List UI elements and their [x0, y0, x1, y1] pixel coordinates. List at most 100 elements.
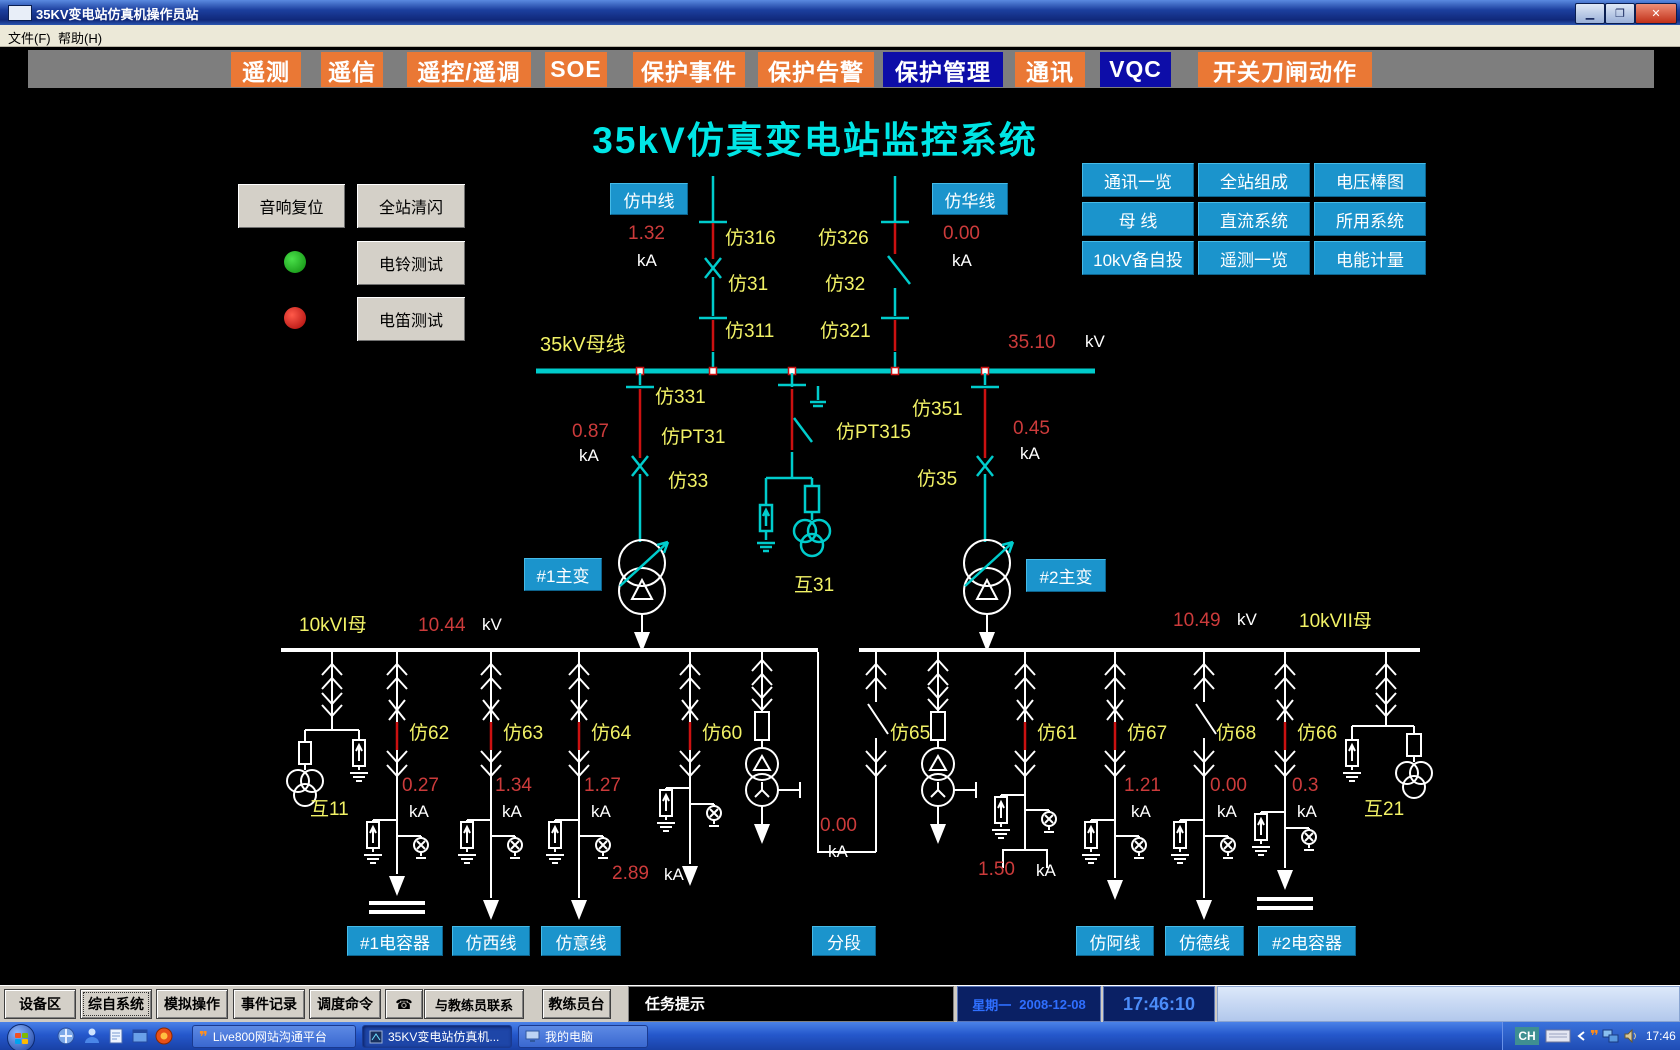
bus35-unit: kV — [1085, 333, 1105, 350]
dispatch-order-button[interactable]: 调度命令 — [309, 989, 381, 1019]
feeder-62-current: 0.27 — [402, 776, 439, 795]
windows-flag-icon — [15, 1033, 28, 1044]
pt-hu21-label: 互21 — [1364, 800, 1404, 819]
switch-32-label[interactable]: 仿32 — [825, 275, 865, 294]
feeder-67-current: 1.21 — [1124, 776, 1161, 795]
feeder-68-unit: kA — [1217, 803, 1237, 820]
task-substation-sim[interactable]: 35KV变电站仿真机... — [362, 1025, 512, 1048]
breaker-316-label[interactable]: 仿316 — [725, 229, 776, 248]
bus10b-unit: kV — [1237, 611, 1257, 628]
switch-311-label[interactable]: 仿311 — [725, 322, 774, 341]
line-hua-unit: kA — [952, 252, 972, 269]
bus10a-label: 10kVI母 — [299, 616, 367, 635]
switch-31-label[interactable]: 仿31 — [728, 275, 768, 294]
feeder-62-label[interactable]: 仿62 — [409, 724, 449, 743]
quicklaunch-browser-red-icon[interactable] — [154, 1026, 174, 1046]
line-a-button[interactable]: 仿阿线 — [1076, 926, 1154, 956]
date-label: 2008-12-08 — [1019, 997, 1086, 1012]
quicklaunch-appwindow-icon[interactable] — [130, 1026, 150, 1046]
line-hua-button[interactable]: 仿华线 — [932, 183, 1008, 215]
t2-unit: kA — [1020, 445, 1040, 462]
feeder-63-current: 1.34 — [495, 776, 532, 795]
pt315-switch-label[interactable]: 仿PT315 — [836, 423, 911, 442]
screen: 35KV变电站仿真机操作员站 ▁ ❐ ✕ 文件(F) 帮助(H) 遥测 遥信 遥… — [0, 0, 1680, 1050]
simulation-op-button[interactable]: 模拟操作 — [156, 989, 228, 1019]
line-hua-current: 0.00 — [943, 224, 980, 243]
date-panel: 星期一 2008-12-08 — [957, 986, 1101, 1022]
quicklaunch-browser-icon[interactable] — [56, 1026, 76, 1046]
line-yi-button[interactable]: 仿意线 — [541, 926, 621, 956]
network-icon[interactable] — [1602, 1028, 1620, 1044]
line-zhong-unit: kA — [637, 252, 657, 269]
single-line-diagram — [0, 0, 1680, 1050]
feeder-66-unit: kA — [1297, 803, 1317, 820]
pt-hu31-label: 互31 — [794, 576, 834, 595]
breaker-35-label[interactable]: 仿35 — [917, 470, 957, 489]
feeder-66-current: 0.3 — [1292, 776, 1318, 795]
feeder-65-label[interactable]: 仿65 — [890, 724, 930, 743]
time-panel: 17:46:10 — [1103, 986, 1215, 1022]
feeder-64-current: 1.27 — [584, 776, 621, 795]
line-de-button[interactable]: 仿德线 — [1165, 926, 1244, 956]
start-button[interactable] — [7, 1024, 35, 1050]
feeder-68-label[interactable]: 仿68 — [1216, 724, 1256, 743]
feeder-62-unit: kA — [409, 803, 429, 820]
feeder-65-current: 0.00 — [820, 816, 857, 835]
transformer2-button[interactable]: #2主变 — [1026, 559, 1106, 592]
breaker-33-label[interactable]: 仿33 — [668, 472, 708, 491]
feeder-65-unit: kA — [828, 843, 848, 860]
feeder-67-label[interactable]: 仿67 — [1127, 724, 1167, 743]
transformer1-button[interactable]: #1主变 — [524, 558, 602, 591]
feeder-63-label[interactable]: 仿63 — [503, 724, 543, 743]
event-record-button[interactable]: 事件记录 — [233, 989, 305, 1019]
trainer-station-button[interactable]: 教练员台 — [542, 989, 611, 1019]
volume-icon[interactable] — [1623, 1028, 1639, 1044]
cap1-button[interactable]: #1电容器 — [347, 926, 443, 956]
bus10b-label: 10kVII母 — [1299, 612, 1372, 631]
phone-icon[interactable]: ☎ — [385, 989, 423, 1019]
pt31-switch-label[interactable]: 仿PT31 — [661, 428, 725, 447]
bus10a-unit: kV — [482, 616, 502, 633]
feeder-60-current: 2.89 — [612, 864, 649, 883]
clock-label: 17:46:10 — [1123, 994, 1195, 1015]
feeder-60-label[interactable]: 仿60 — [702, 724, 742, 743]
bus35-voltage: 35.10 — [1008, 333, 1056, 352]
t1-current: 0.87 — [572, 422, 609, 441]
line-zhong-button[interactable]: 仿中线 — [610, 183, 688, 215]
system-tray: CH ❞ 17:46 — [1502, 1022, 1680, 1050]
feeder-61-unit: kA — [1036, 862, 1056, 879]
tray-clock: 17:46 — [1646, 1029, 1676, 1043]
quicklaunch-document-icon[interactable] — [106, 1026, 126, 1046]
bottom-filler-panel — [1217, 986, 1680, 1022]
contact-trainer-button[interactable]: 与教练员联系 — [424, 989, 524, 1019]
bus10b-voltage: 10.49 — [1173, 611, 1221, 630]
keyboard-icon[interactable] — [1545, 1028, 1571, 1044]
task-my-computer[interactable]: 我的电脑 — [518, 1025, 648, 1048]
t2-current: 0.45 — [1013, 419, 1050, 438]
task-hint-label: 任务提示 — [645, 997, 705, 1012]
feeder-64-unit: kA — [591, 803, 611, 820]
task-live800[interactable]: ❞ Live800网站沟通平台 — [192, 1025, 356, 1048]
device-area-button[interactable]: 设备区 — [4, 989, 76, 1019]
switch-351-label[interactable]: 仿351 — [912, 400, 963, 419]
line-zhong-current: 1.32 — [628, 224, 665, 243]
breaker-326-label[interactable]: 仿326 — [818, 229, 869, 248]
feeder-66-label[interactable]: 仿66 — [1297, 724, 1337, 743]
cap2-button[interactable]: #2电容器 — [1258, 926, 1356, 956]
task-hint-panel: 任务提示 — [628, 986, 954, 1022]
integrated-system-button[interactable]: 综自系统 — [80, 989, 152, 1019]
line-xi-button[interactable]: 仿西线 — [452, 926, 530, 956]
switch-331-label[interactable]: 仿331 — [655, 388, 706, 407]
live800-tray-icon[interactable]: ❞ — [1590, 1027, 1599, 1045]
language-indicator[interactable]: CH — [1515, 1027, 1539, 1045]
feeder-61-current: 1.50 — [978, 860, 1015, 879]
quicklaunch-messenger-icon[interactable] — [82, 1026, 102, 1046]
feeder-68-current: 0.00 — [1210, 776, 1247, 795]
feeder-63-unit: kA — [502, 803, 522, 820]
switch-321-label[interactable]: 仿321 — [820, 322, 871, 341]
feeder-61-label[interactable]: 仿61 — [1037, 724, 1077, 743]
my-computer-icon — [525, 1030, 540, 1043]
bus-tie-button[interactable]: 分段 — [812, 926, 876, 956]
feeder-64-label[interactable]: 仿64 — [591, 724, 631, 743]
collapse-chevron-icon[interactable] — [1576, 1029, 1586, 1043]
